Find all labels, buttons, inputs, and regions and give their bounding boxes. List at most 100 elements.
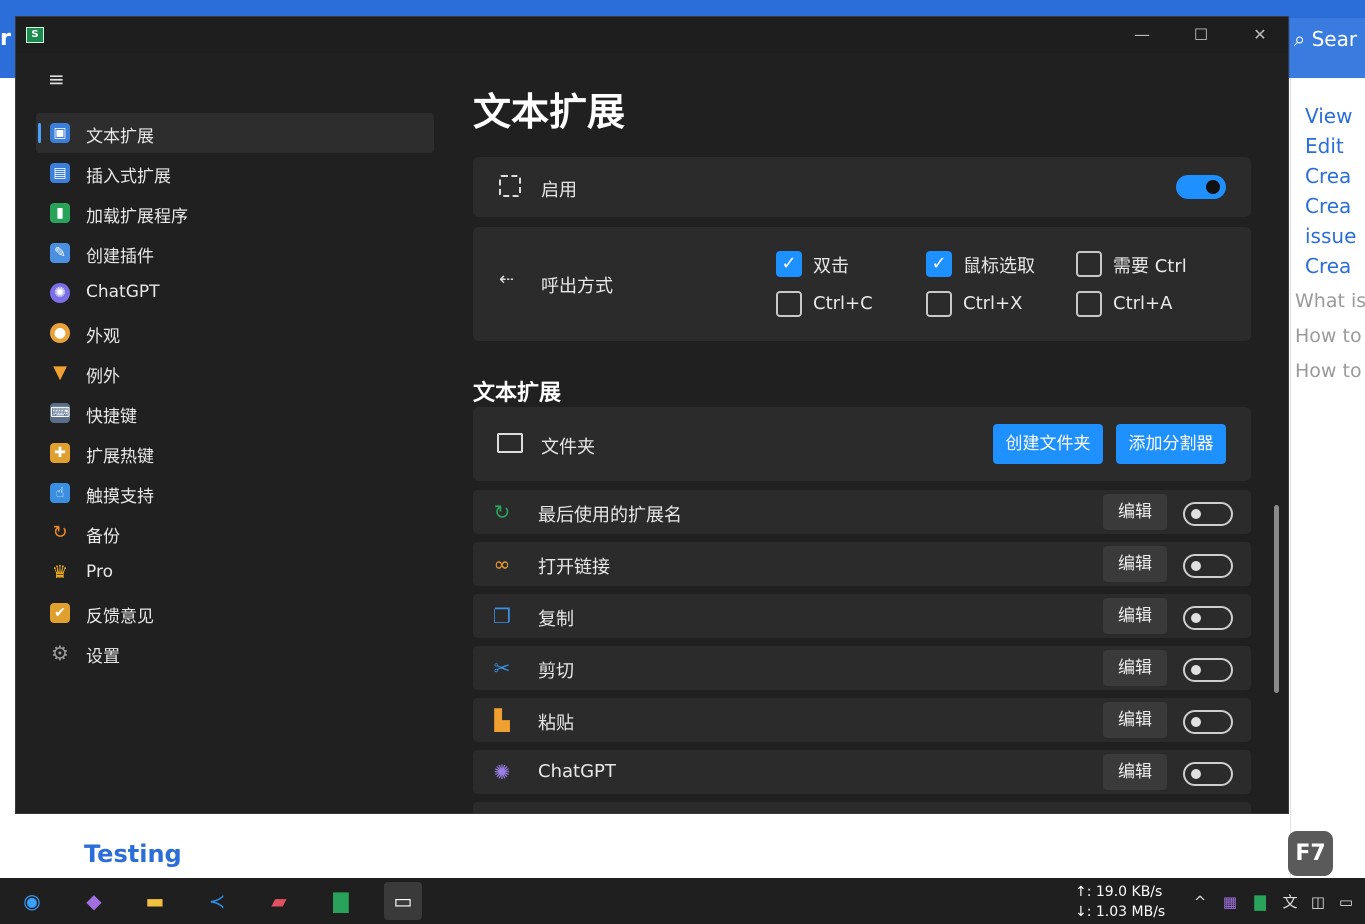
hotkey-icon: ✚ xyxy=(50,443,70,463)
search-label: Sear xyxy=(1311,27,1358,51)
extension-row-cut: ✂ 剪切 编辑 xyxy=(473,646,1251,690)
visual-studio-icon[interactable]: ◆ xyxy=(75,882,113,920)
tray-expand-icon[interactable]: ^ xyxy=(1190,892,1210,912)
sidebar-item-extension-hotkeys[interactable]: ✚ 扩展热键 xyxy=(36,433,434,473)
extension-name: 打开链接 xyxy=(538,557,610,578)
edit-button[interactable]: 编辑 xyxy=(1103,598,1167,634)
minimize-button[interactable]: — xyxy=(1122,23,1162,47)
add-separator-button[interactable]: 添加分割器 xyxy=(1116,424,1226,464)
remote-desktop-icon[interactable]: ▭ xyxy=(384,882,422,920)
ctrl-x-label: Ctrl+X xyxy=(963,293,1023,314)
enable-toggle[interactable] xyxy=(1176,175,1226,199)
network-icon[interactable]: ▭ xyxy=(1336,892,1356,912)
app-window: S — ☐ ✕ ≡ ▣ 文本扩展 ▤ 插入式扩展 ▮ 加载扩展程序 ✎ 创建插件… xyxy=(15,16,1289,814)
extension-name: 复制 xyxy=(538,609,574,630)
edit-button[interactable]: 编辑 xyxy=(1103,650,1167,686)
double-click-checkbox[interactable]: ✓ xyxy=(776,251,802,277)
edit-button[interactable]: 编辑 xyxy=(1103,702,1167,738)
paste-icon: ▙ xyxy=(494,708,510,732)
insert-expansion-icon: ▤ xyxy=(50,163,70,183)
edit-button[interactable]: 编辑 xyxy=(1103,494,1167,530)
extension-row-paste: ▙ 粘贴 编辑 xyxy=(473,698,1251,742)
sidebar-item-create-plugin[interactable]: ✎ 创建插件 xyxy=(36,233,434,273)
sidebar-item-label: 创建插件 xyxy=(86,247,154,267)
edit-button[interactable]: 编辑 xyxy=(1103,754,1167,790)
sidebar-item-exceptions[interactable]: ▼ 例外 xyxy=(36,353,434,393)
extension-toggle[interactable] xyxy=(1183,502,1233,526)
create-folder-button[interactable]: 创建文件夹 xyxy=(993,424,1103,464)
create-issue-link[interactable]: Crea xyxy=(1305,194,1351,218)
require-ctrl-label: 需要 Ctrl xyxy=(1113,256,1187,277)
app-s-icon[interactable]: ▇ xyxy=(322,882,360,920)
mouse-select-checkbox[interactable]: ✓ xyxy=(926,251,952,277)
sidebar-item-pro[interactable]: ♛ Pro xyxy=(36,553,434,593)
sidebar-item-label: ChatGPT xyxy=(86,282,160,302)
funnel-exception-icon: ▼ xyxy=(53,362,67,383)
extension-toggle[interactable] xyxy=(1183,606,1233,630)
folder-label: 文件夹 xyxy=(541,437,595,458)
ctrl-c-label: Ctrl+C xyxy=(813,293,873,314)
sidebar-item-shortcuts[interactable]: ⌨ 快捷键 xyxy=(36,393,434,433)
ctrl-c-checkbox[interactable] xyxy=(776,291,802,317)
load-extension-icon: ▮ xyxy=(50,203,70,223)
file-explorer-icon[interactable]: ▬ xyxy=(136,882,174,920)
vscode-icon[interactable]: ≺ xyxy=(198,882,236,920)
folder-icon xyxy=(497,433,523,453)
chatgpt-icon: ✺ xyxy=(50,283,70,303)
feedback-icon: ✔ xyxy=(50,603,70,623)
sidebar-item-label: 例外 xyxy=(86,367,120,387)
extension-name: 剪切 xyxy=(538,661,574,682)
sidebar-item-backup[interactable]: ↻ 备份 xyxy=(36,513,434,553)
double-click-label: 双击 xyxy=(813,256,849,277)
sidebar-item-text-expansion[interactable]: ▣ 文本扩展 xyxy=(36,113,434,153)
mouse-select-label: 鼠标选取 xyxy=(963,256,1035,277)
create-task-link[interactable]: Crea xyxy=(1305,254,1351,278)
f7-key-badge: F7 xyxy=(1288,831,1333,876)
translate-icon[interactable]: 文 xyxy=(1280,892,1300,912)
title-bar[interactable]: S — ☐ ✕ xyxy=(16,17,1288,53)
faq-link[interactable]: How to xyxy=(1295,325,1362,347)
sidebar-item-chatgpt[interactable]: ✺ ChatGPT xyxy=(36,273,434,313)
extension-toggle[interactable] xyxy=(1183,710,1233,734)
faq-link[interactable]: How to xyxy=(1295,360,1362,382)
sidebar-item-touch-support[interactable]: ☝ 触摸支持 xyxy=(36,473,434,513)
edge-icon[interactable]: ◉ xyxy=(13,882,51,920)
sidebar-item-label: 触摸支持 xyxy=(86,487,154,507)
bookmark-app-icon[interactable]: ▰ xyxy=(260,882,298,920)
maximize-button[interactable]: ☐ xyxy=(1181,23,1221,47)
page-body xyxy=(0,814,1290,878)
create-plugin-icon: ✎ xyxy=(50,243,70,263)
sidebar-item-settings[interactable]: ⚙ 设置 xyxy=(36,633,434,673)
scrollbar-thumb[interactable] xyxy=(1274,505,1279,693)
sidebar-item-appearance[interactable]: ● 外观 xyxy=(36,313,434,353)
create-link[interactable]: Crea xyxy=(1305,164,1351,188)
hamburger-menu-icon[interactable]: ≡ xyxy=(48,69,70,89)
tray-app-icon[interactable]: ▦ xyxy=(1220,892,1240,912)
extension-row-open-link: ∞ 打开链接 编辑 xyxy=(473,542,1251,586)
extension-toggle[interactable] xyxy=(1183,762,1233,786)
copy-icon: ❐ xyxy=(493,604,511,628)
sidebar-item-load-extension[interactable]: ▮ 加载扩展程序 xyxy=(36,193,434,233)
close-button[interactable]: ✕ xyxy=(1240,23,1280,47)
ctrl-x-checkbox[interactable] xyxy=(926,291,952,317)
extension-toggle[interactable] xyxy=(1183,554,1233,578)
view-link[interactable]: View xyxy=(1305,104,1352,128)
require-ctrl-checkbox[interactable] xyxy=(1076,251,1102,277)
create-issue-link-wrap[interactable]: issue xyxy=(1305,224,1356,248)
edit-button[interactable]: 编辑 xyxy=(1103,546,1167,582)
gamepad-icon[interactable]: ◫ xyxy=(1308,892,1328,912)
tray-app-s-icon[interactable]: ▇ xyxy=(1250,892,1270,912)
sidebar-item-label: 设置 xyxy=(86,647,120,667)
text-expansion-icon: ▣ xyxy=(50,123,70,143)
active-indicator xyxy=(38,123,41,143)
extension-name: 粘贴 xyxy=(538,713,574,734)
edit-link[interactable]: Edit xyxy=(1305,134,1344,158)
sidebar-item-feedback[interactable]: ✔ 反馈意见 xyxy=(36,593,434,633)
faq-link[interactable]: What is xyxy=(1295,290,1365,312)
app-icon: S xyxy=(26,27,44,43)
search-button[interactable]: ⌕ Sear xyxy=(1290,18,1365,78)
extension-row-copy: ❐ 复制 编辑 xyxy=(473,594,1251,638)
sidebar-item-insert-expansion[interactable]: ▤ 插入式扩展 xyxy=(36,153,434,193)
extension-toggle[interactable] xyxy=(1183,658,1233,682)
ctrl-a-checkbox[interactable] xyxy=(1076,291,1102,317)
